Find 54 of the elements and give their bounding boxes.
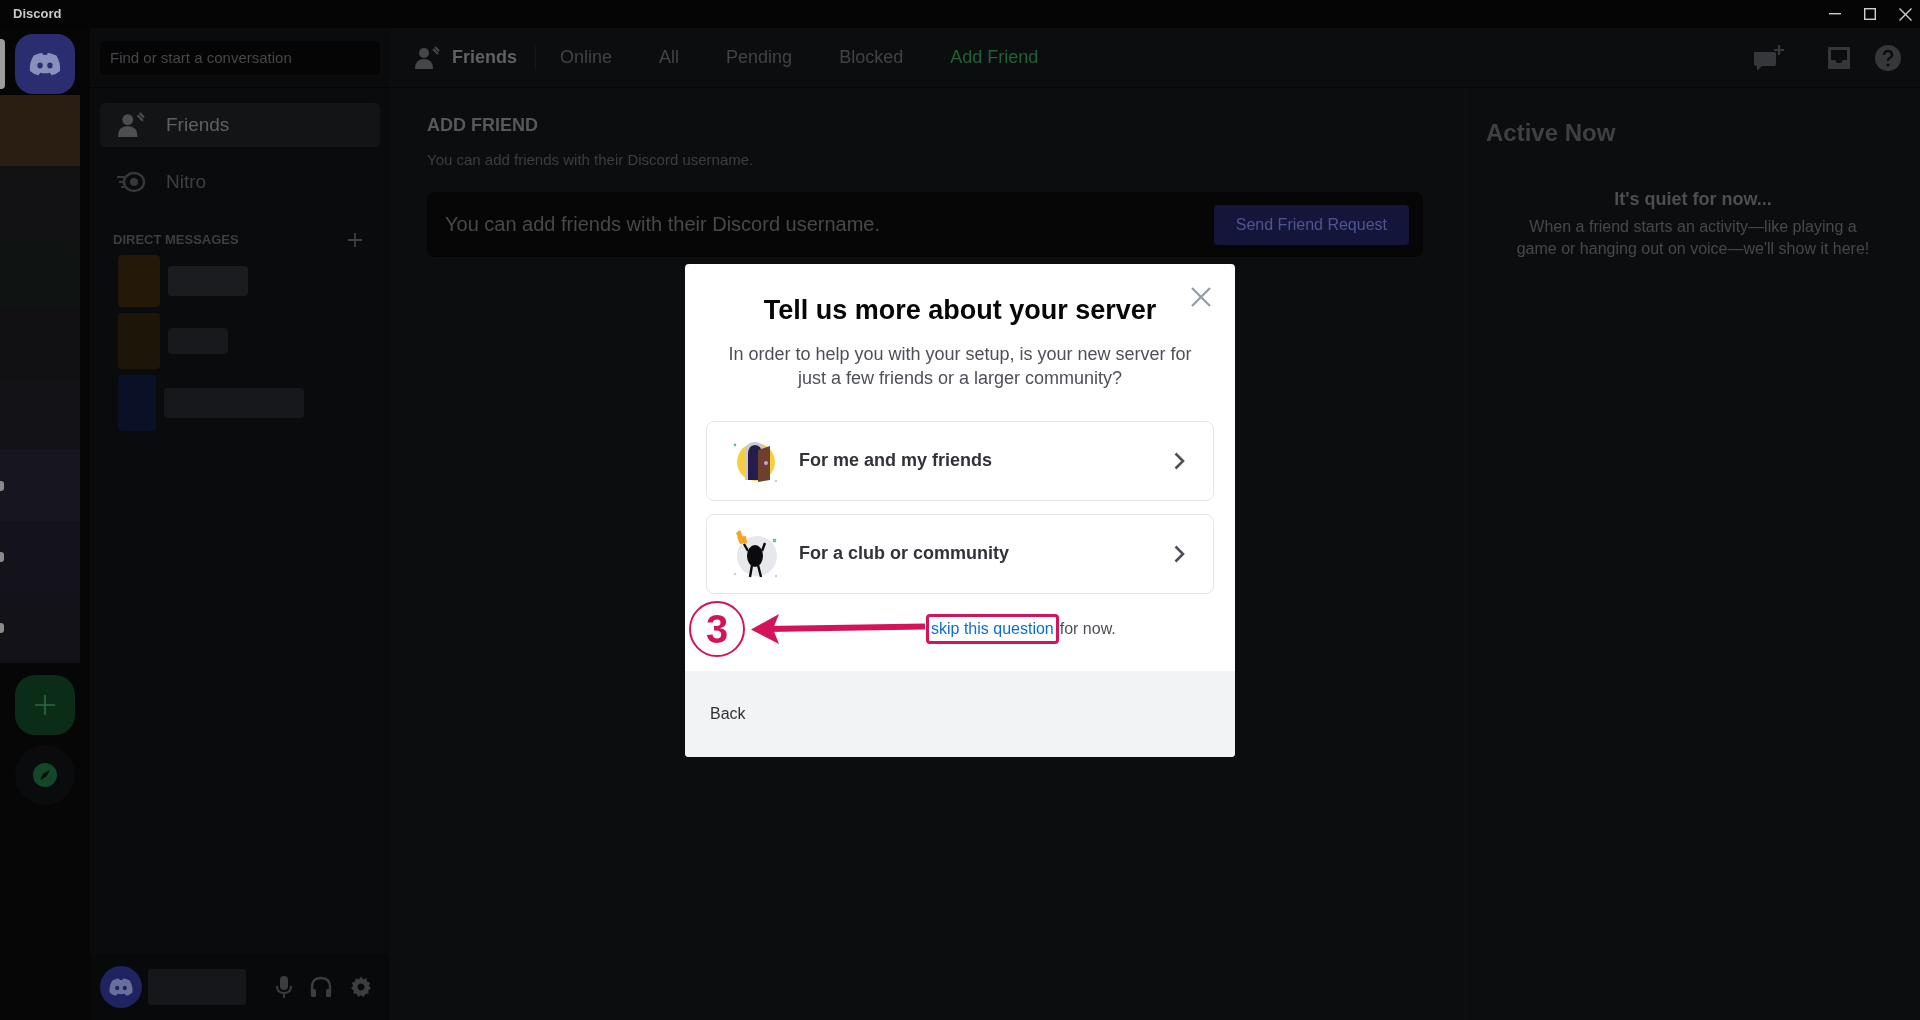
add-server-button[interactable]: [15, 675, 75, 735]
help-icon[interactable]: [1874, 43, 1902, 72]
minimize-icon[interactable]: [1829, 13, 1841, 15]
window-title: Discord: [13, 5, 62, 24]
blurred-server-icon[interactable]: [0, 450, 80, 521]
tab[interactable]: All: [649, 42, 690, 73]
tab[interactable]: Online: [550, 42, 623, 73]
plus-icon: [34, 694, 56, 716]
blurred-server-icon[interactable]: [0, 379, 80, 450]
username-input[interactable]: You can add friends with their Discord username.: [445, 204, 1214, 245]
blurred-server-icon[interactable]: [0, 166, 80, 237]
discord-logo-icon: [108, 977, 134, 997]
home-button[interactable]: [15, 34, 75, 94]
unread-indicator: [0, 552, 4, 562]
selected-indicator: [0, 39, 5, 89]
settings-icon[interactable]: [350, 976, 372, 998]
page-title: Friends: [452, 46, 517, 69]
option-card[interactable]: For a club or community: [706, 513, 1214, 594]
dialog-title: Tell us more about your server: [763, 293, 1157, 326]
unread-indicator: [0, 481, 4, 491]
add-friend-tab[interactable]: Add Friend: [940, 42, 1049, 73]
option-card[interactable]: For me and my friends: [706, 420, 1214, 501]
friends-icon: [116, 112, 146, 138]
user-avatar[interactable]: [100, 966, 142, 1008]
close-icon[interactable]: [1899, 7, 1912, 21]
maximize-icon[interactable]: [1864, 8, 1876, 20]
hint-text: for now.: [1059, 618, 1116, 639]
chevron-right-icon: [1174, 544, 1185, 563]
unread-indicator: [0, 623, 4, 633]
sidebar-item[interactable]: Friends: [100, 103, 380, 147]
blurred-server-icon[interactable]: [0, 592, 80, 663]
discord-logo-icon: [28, 51, 62, 77]
search-field[interactable]: Find or start a conversation: [100, 40, 380, 75]
headphones-icon[interactable]: [310, 976, 332, 998]
new-group-message-icon[interactable]: [1752, 43, 1786, 72]
section-title: ADD FRIEND: [427, 114, 539, 136]
plus-icon[interactable]: [348, 233, 362, 247]
inbox-icon[interactable]: [1826, 44, 1852, 71]
friends-icon: [414, 45, 440, 70]
nitro-icon: [116, 171, 146, 193]
compass-icon: [32, 762, 58, 788]
tab[interactable]: Blocked: [829, 42, 914, 73]
dialog-description: In order to help you with your setup, is your new server for just a few friends or a larger community?: [727, 342, 1193, 390]
tab[interactable]: Pending: [716, 42, 803, 73]
skip-link[interactable]: skip this question: [931, 618, 1054, 639]
step-marker: 3: [689, 600, 745, 657]
empty-state-text: When a friend starts an activity—like playing a game or hanging out on voice—we'll show it here!: [1515, 217, 1871, 259]
chevron-right-icon: [1174, 451, 1185, 470]
blurred-avatar: [118, 375, 156, 431]
blurred-avatar: [118, 255, 160, 307]
back-button[interactable]: Back: [710, 701, 746, 726]
microphone-icon[interactable]: [276, 975, 292, 999]
blurred-server-icon[interactable]: [0, 521, 80, 592]
empty-state-title: It's quiet for now...: [1614, 188, 1772, 210]
